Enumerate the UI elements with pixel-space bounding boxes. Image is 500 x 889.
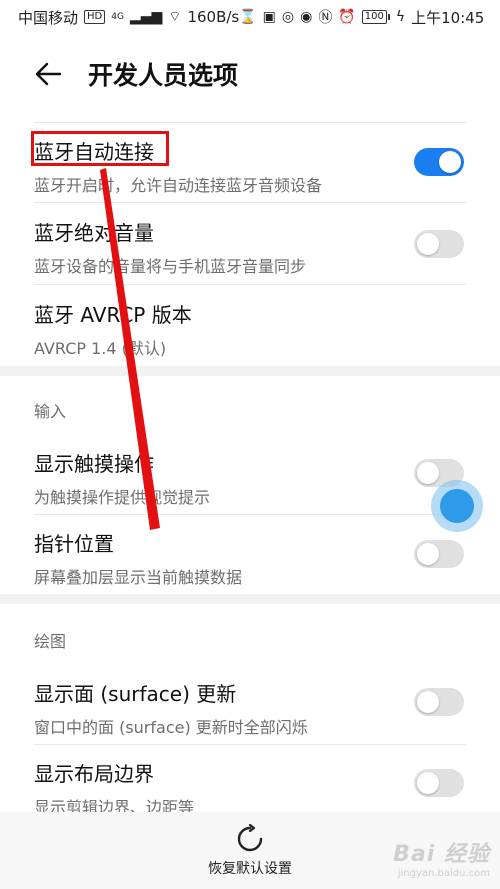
watermark-logo: Bai 经验 (393, 842, 490, 867)
red-arrow-annotation (100, 168, 160, 530)
watermark-url: jingyan.baidu.com (397, 868, 490, 879)
watermark: Bai 经验 jingyan.baidu.com (393, 836, 490, 879)
touch-indicator (431, 480, 483, 532)
